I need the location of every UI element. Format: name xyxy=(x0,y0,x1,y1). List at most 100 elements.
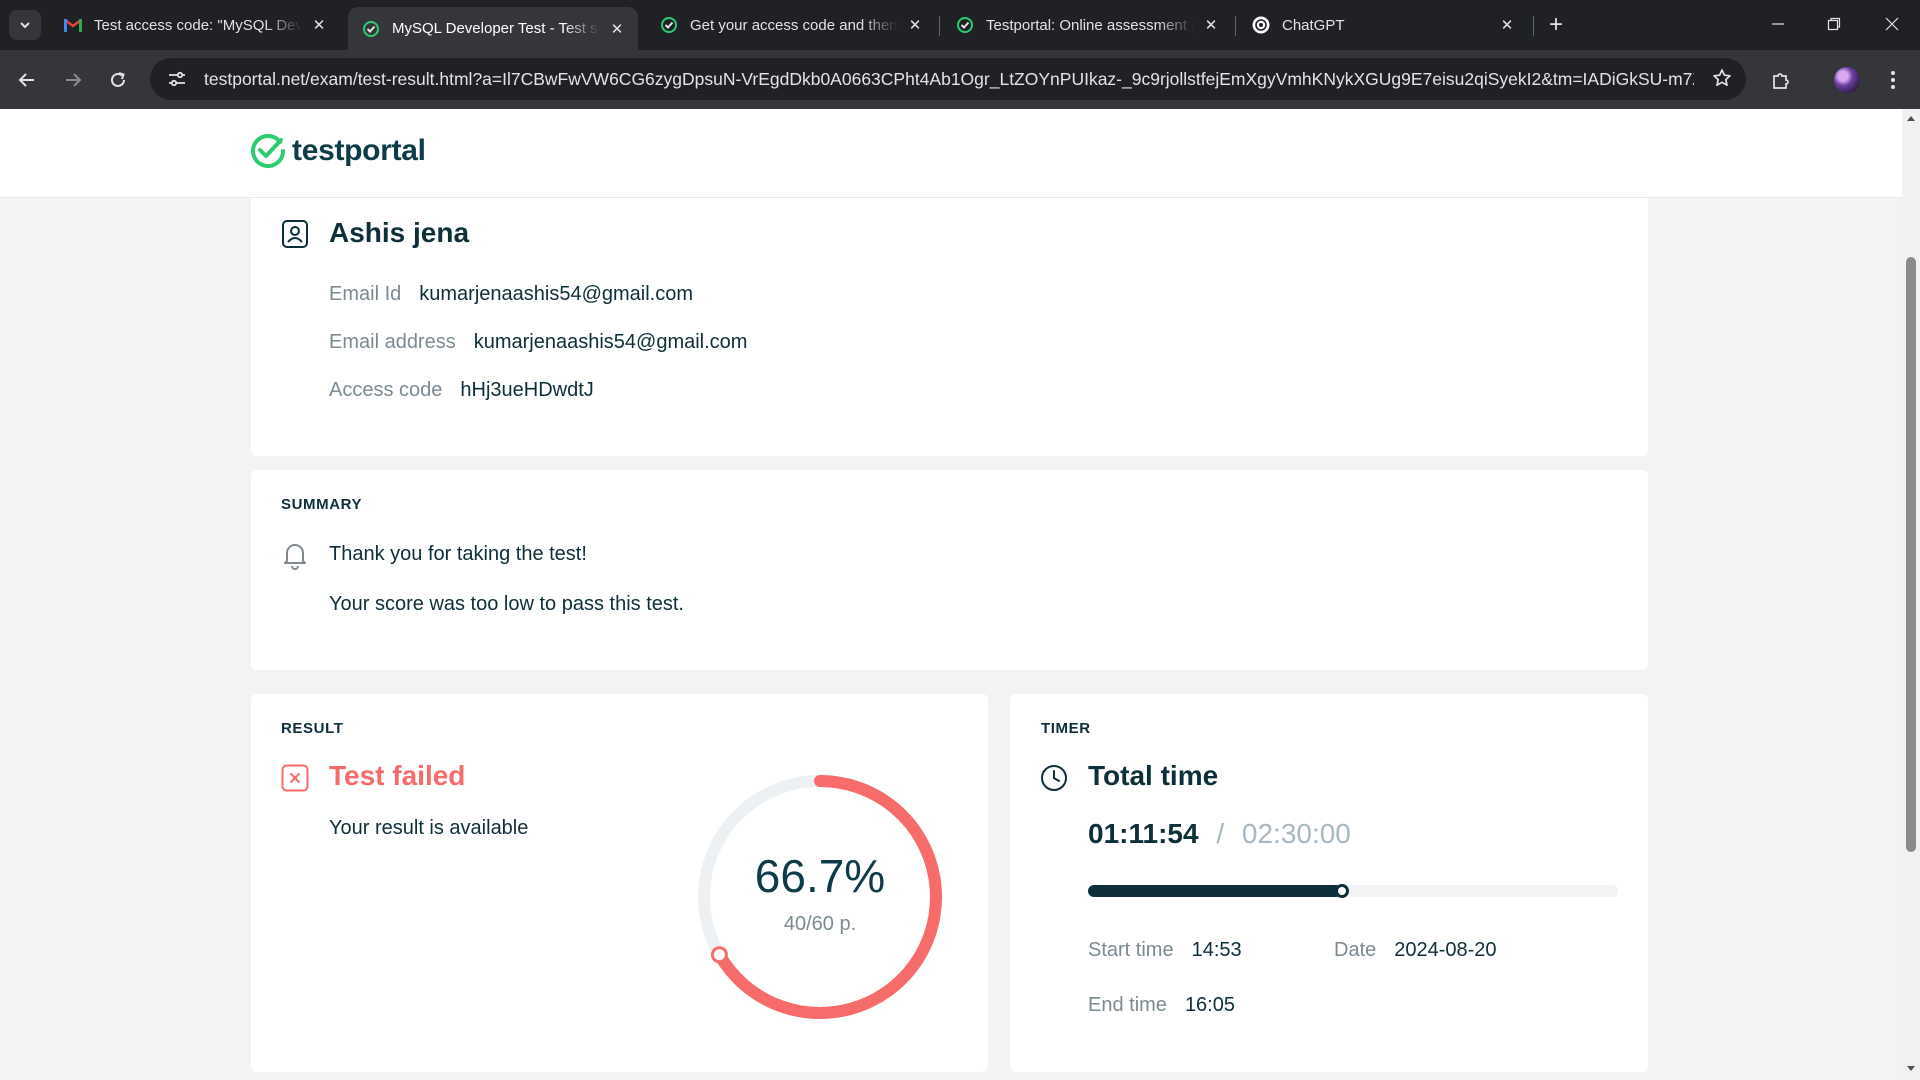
candidate-name: Ashis jena xyxy=(329,217,470,248)
scroll-down-arrow-icon[interactable] xyxy=(1906,1064,1916,1074)
timer-elapsed: 01:11:54 xyxy=(1088,818,1199,849)
new-tab-button[interactable]: + xyxy=(1540,10,1572,40)
timer-progress-track xyxy=(1088,884,1618,898)
user-profile-icon xyxy=(282,220,308,248)
tab-title: ChatGPT xyxy=(1282,16,1345,34)
field-value: kumarjenaashis54@gmail.com xyxy=(473,331,748,353)
tab-title: Get your access code and then start the … xyxy=(690,16,898,34)
field-label: Start time xyxy=(1088,939,1174,961)
page-scrollbar[interactable] xyxy=(1902,109,1920,1080)
timer-start-time: Start time 14:53 xyxy=(1088,939,1242,962)
summary-score-message: Your score was too low to pass this test… xyxy=(329,593,684,615)
chevron-down-icon xyxy=(20,22,30,29)
scrollbar-thumb[interactable] xyxy=(1906,257,1916,852)
failed-x-icon xyxy=(281,764,309,792)
site-header: testportal xyxy=(0,109,1902,198)
close-icon[interactable]: ✕ xyxy=(1496,14,1518,36)
profile-field-access-code: Access code hHj3ueHDwdtJ xyxy=(329,379,594,402)
testportal-icon xyxy=(660,16,678,34)
field-label: Email Id xyxy=(329,283,402,305)
kebab-menu-icon xyxy=(1891,71,1895,89)
timer-label: TIMER xyxy=(1041,720,1091,737)
summary-label: SUMMARY xyxy=(281,496,363,513)
url-text: testportal.net/exam/test-result.html?a=I… xyxy=(204,68,1694,89)
logo-text: testportal xyxy=(292,134,426,167)
tab-testportal-home[interactable]: Testportal: Online assessment platform ✕ xyxy=(942,7,1232,43)
field-label: End time xyxy=(1088,994,1167,1016)
close-icon[interactable]: ✕ xyxy=(1200,14,1222,36)
close-icon[interactable]: ✕ xyxy=(606,18,628,40)
close-icon[interactable]: ✕ xyxy=(308,14,330,36)
testportal-icon xyxy=(956,16,974,34)
minimize-button[interactable] xyxy=(1750,0,1806,48)
site-settings-icon[interactable] xyxy=(162,71,192,87)
tab-separator xyxy=(1533,16,1534,36)
summary-card xyxy=(251,470,1648,670)
timer-readout: 01:11:54 / 02:30:00 xyxy=(1088,818,1351,850)
browser-toolbar: testportal.net/exam/test-result.html?a=I… xyxy=(0,50,1920,109)
close-window-button[interactable] xyxy=(1864,0,1920,48)
tab-title: Test access code: "MySQL Developer Test" xyxy=(94,16,302,34)
timer-progress-marker xyxy=(1335,884,1349,898)
address-bar[interactable]: testportal.net/exam/test-result.html?a=I… xyxy=(150,58,1746,100)
field-value: kumarjenaashis54@gmail.com xyxy=(419,283,693,305)
summary-thanks: Thank you for taking the test! xyxy=(329,543,587,565)
bookmark-star-icon[interactable] xyxy=(1712,68,1732,93)
reload-button[interactable] xyxy=(102,64,134,96)
extensions-button[interactable] xyxy=(1765,64,1797,96)
browser-tab-bar: Test access code: "MySQL Developer Test"… xyxy=(0,0,1920,50)
page-viewport: Ashis jena Email Id kumarjenaashis54@gmai… xyxy=(0,109,1902,1080)
profile-avatar[interactable] xyxy=(1834,67,1860,93)
chatgpt-icon xyxy=(1252,16,1270,34)
timer-title: Total time xyxy=(1088,760,1219,791)
tab-mysql-test[interactable]: MySQL Developer Test - Test summary ✕ xyxy=(348,7,638,50)
profile-card xyxy=(251,169,1648,456)
reload-icon xyxy=(111,72,125,87)
field-value: 16:05 xyxy=(1184,994,1235,1016)
tab-title: MySQL Developer Test - Test summary xyxy=(392,20,600,37)
profile-field-email-address: Email address kumarjenaashis54@gmail.com xyxy=(329,331,747,354)
back-button[interactable] xyxy=(11,64,43,96)
field-value: hHj3ueHDwdtJ xyxy=(460,379,594,401)
menu-button[interactable] xyxy=(1877,64,1909,96)
field-label: Date xyxy=(1334,939,1377,961)
field-value: 14:53 xyxy=(1191,939,1242,961)
tab-search-button[interactable] xyxy=(9,10,41,40)
testportal-logo[interactable]: testportal xyxy=(250,133,426,169)
tab-access-code[interactable]: Get your access code and then start the … xyxy=(646,7,936,43)
profile-field-email-id: Email Id kumarjenaashis54@gmail.com xyxy=(329,283,693,306)
timer-end-time: End time 16:05 xyxy=(1088,994,1235,1017)
tab-gmail[interactable]: Test access code: "MySQL Developer Test"… xyxy=(50,7,340,43)
testportal-logo-icon xyxy=(251,134,285,168)
minimize-icon xyxy=(1772,23,1784,25)
result-status: Test failed xyxy=(329,760,466,791)
tab-separator xyxy=(939,16,940,36)
score-ring-end-marker xyxy=(710,946,728,964)
forward-button[interactable] xyxy=(57,64,89,96)
timer-separator: / xyxy=(1216,818,1225,849)
field-label: Access code xyxy=(329,379,443,401)
score-percent: 66.7% xyxy=(754,850,886,902)
timer-limit: 02:30:00 xyxy=(1241,818,1351,849)
restore-icon xyxy=(1827,17,1841,31)
tab-chatgpt[interactable]: ChatGPT ✕ xyxy=(1238,7,1528,43)
timer-date: Date 2024-08-20 xyxy=(1334,939,1497,962)
close-icon[interactable]: ✕ xyxy=(904,14,926,36)
score-points: 40/60 p. xyxy=(783,913,857,935)
tab-separator xyxy=(1235,16,1236,36)
bell-icon xyxy=(284,544,306,570)
tab-title: Testportal: Online assessment platform xyxy=(986,16,1194,34)
result-available-note: Your result is available xyxy=(329,817,529,839)
timer-progress-fill xyxy=(1088,885,1342,897)
puzzle-icon xyxy=(1773,73,1789,89)
testportal-icon xyxy=(362,20,380,38)
field-label: Email address xyxy=(329,331,456,353)
result-label: RESULT xyxy=(281,720,344,737)
arrow-right-icon xyxy=(66,73,82,87)
restore-button[interactable] xyxy=(1806,0,1862,48)
toolbar-divider xyxy=(1805,64,1807,96)
clock-icon xyxy=(1041,765,1067,791)
field-value: 2024-08-20 xyxy=(1394,939,1497,961)
scroll-up-arrow-icon[interactable] xyxy=(1906,113,1916,123)
close-icon xyxy=(1885,17,1899,31)
